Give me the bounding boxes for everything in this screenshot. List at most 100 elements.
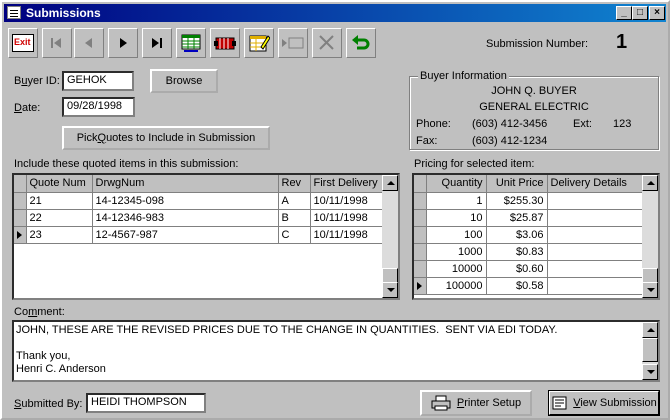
scissors-icon: [319, 35, 334, 50]
maximize-button[interactable]: □: [632, 6, 648, 20]
scroll-up-button[interactable]: [382, 175, 398, 191]
row-selector[interactable]: [414, 277, 427, 295]
unit-price-cell[interactable]: $3.06: [486, 226, 548, 244]
unit-price-cell[interactable]: $255.30: [486, 192, 548, 210]
table-row[interactable]: 21 14-12345-098 A 10/11/1998: [14, 192, 383, 210]
quantity-cell[interactable]: 1000: [426, 243, 487, 261]
column-header[interactable]: Quantity: [426, 175, 487, 193]
quantity-cell[interactable]: 1: [426, 192, 487, 210]
previous-record-button[interactable]: [74, 28, 104, 58]
pricing-grid[interactable]: Quantity Unit Price Delivery Details 1 $…: [412, 173, 660, 300]
items-scrollbar[interactable]: [382, 175, 398, 298]
column-header[interactable]: Rev: [278, 175, 311, 193]
quoted-items-grid[interactable]: Quote Num DrwgNum Rev First Delivery 21 …: [12, 173, 400, 300]
first-delivery-cell[interactable]: 10/11/1998: [310, 226, 383, 244]
quote-num-cell[interactable]: 21: [26, 192, 93, 210]
pricing-scrollbar[interactable]: [642, 175, 658, 298]
buyer-information-group: Buyer Information JOHN Q. BUYER GENERAL …: [409, 70, 659, 150]
delete-record-button[interactable]: [312, 28, 342, 58]
table-row[interactable]: 1 $255.30: [414, 192, 644, 210]
scroll-thumb[interactable]: [642, 338, 658, 362]
scroll-up-button[interactable]: [642, 175, 658, 191]
scroll-down-button[interactable]: [642, 282, 658, 298]
quantity-cell[interactable]: 10000: [426, 260, 487, 278]
last-record-button[interactable]: [142, 28, 172, 58]
quote-num-cell[interactable]: 22: [26, 209, 93, 227]
date-field[interactable]: 09/28/1998: [62, 97, 135, 117]
drwg-num-cell[interactable]: 14-12345-098: [92, 192, 279, 210]
minimize-button[interactable]: _: [616, 6, 632, 20]
table-row[interactable]: 100000 $0.58: [414, 277, 644, 295]
comment-textarea[interactable]: JOHN, THESE ARE THE REVISED PRICES DUE T…: [12, 320, 660, 382]
delivery-details-cell[interactable]: [547, 192, 644, 210]
pick-quotes-button[interactable]: Pick Quotes to Include in Submission: [62, 126, 270, 150]
scroll-down-button[interactable]: [642, 364, 658, 380]
scroll-down-button[interactable]: [382, 282, 398, 298]
rev-cell[interactable]: C: [278, 226, 311, 244]
column-header[interactable]: Delivery Details: [547, 175, 644, 193]
undo-button[interactable]: [346, 28, 376, 58]
unit-price-cell[interactable]: $25.87: [486, 209, 548, 227]
printer-setup-button[interactable]: Printer Setup: [420, 390, 532, 416]
table-row[interactable]: 100 $3.06: [414, 226, 644, 244]
batch-records-button[interactable]: [210, 28, 240, 58]
add-record-button[interactable]: [278, 28, 308, 58]
quantity-cell[interactable]: 100: [426, 226, 487, 244]
exit-button[interactable]: Exit: [8, 28, 38, 58]
row-selector[interactable]: [414, 260, 427, 278]
table-row[interactable]: 22 14-12346-983 B 10/11/1998: [14, 209, 383, 227]
next-record-button[interactable]: [108, 28, 138, 58]
delivery-details-cell[interactable]: [547, 277, 644, 295]
row-selector[interactable]: [414, 226, 427, 244]
delivery-details-cell[interactable]: [547, 243, 644, 261]
first-record-button[interactable]: [42, 28, 72, 58]
column-header[interactable]: First Delivery: [310, 175, 383, 193]
table-row[interactable]: 1000 $0.83: [414, 243, 644, 261]
unit-price-cell[interactable]: $0.83: [486, 243, 548, 261]
delivery-details-cell[interactable]: [547, 209, 644, 227]
rev-cell[interactable]: A: [278, 192, 311, 210]
column-header[interactable]: Quote Num: [26, 175, 93, 193]
browse-button[interactable]: Browse: [150, 69, 218, 93]
view-submission-button[interactable]: View Submission: [548, 390, 660, 416]
comment-scrollbar[interactable]: [642, 322, 658, 380]
rev-cell[interactable]: B: [278, 209, 311, 227]
table-row[interactable]: 10000 $0.60: [414, 260, 644, 278]
row-selector[interactable]: [414, 243, 427, 261]
edit-record-button[interactable]: [244, 28, 274, 58]
column-header[interactable]: Unit Price: [486, 175, 548, 193]
comment-text[interactable]: JOHN, THESE ARE THE REVISED PRICES DUE T…: [16, 324, 557, 376]
table-row[interactable]: 23 12-4567-987 C 10/11/1998: [14, 226, 383, 244]
undo-icon: [352, 35, 370, 50]
buyer-id-field[interactable]: GEHOK: [62, 71, 134, 91]
drwg-num-cell[interactable]: 14-12346-983: [92, 209, 279, 227]
unit-price-cell[interactable]: $0.60: [486, 260, 548, 278]
quantity-cell[interactable]: 10: [426, 209, 487, 227]
unit-price-cell[interactable]: $0.58: [486, 277, 548, 295]
quantity-cell[interactable]: 100000: [426, 277, 487, 295]
add-record-icon: [282, 37, 304, 49]
drwg-num-cell[interactable]: 12-4567-987: [92, 226, 279, 244]
quote-num-cell[interactable]: 23: [26, 226, 93, 244]
row-selector[interactable]: [414, 209, 427, 227]
arrow-down-icon: [387, 288, 395, 292]
row-selector[interactable]: [14, 209, 27, 227]
table-view-button[interactable]: [176, 28, 206, 58]
row-selector[interactable]: [414, 192, 427, 210]
delivery-details-cell[interactable]: [547, 226, 644, 244]
first-delivery-cell[interactable]: 10/11/1998: [310, 192, 383, 210]
ext-label: Ext:: [573, 118, 592, 130]
last-record-icon: [152, 38, 162, 48]
delivery-details-cell[interactable]: [547, 260, 644, 278]
first-delivery-cell[interactable]: 10/11/1998: [310, 209, 383, 227]
submitted-by-field[interactable]: HEIDI THOMPSON: [86, 393, 206, 413]
row-selector[interactable]: [14, 226, 27, 244]
table-row[interactable]: 10 $25.87: [414, 209, 644, 227]
view-submission-label: View Submission: [573, 397, 657, 409]
scroll-up-button[interactable]: [642, 322, 658, 338]
edit-record-icon: [249, 35, 270, 52]
column-header[interactable]: DrwgNum: [92, 175, 279, 193]
row-selector[interactable]: [14, 192, 27, 210]
view-document-icon: [552, 396, 567, 410]
close-button[interactable]: ×: [649, 6, 665, 20]
